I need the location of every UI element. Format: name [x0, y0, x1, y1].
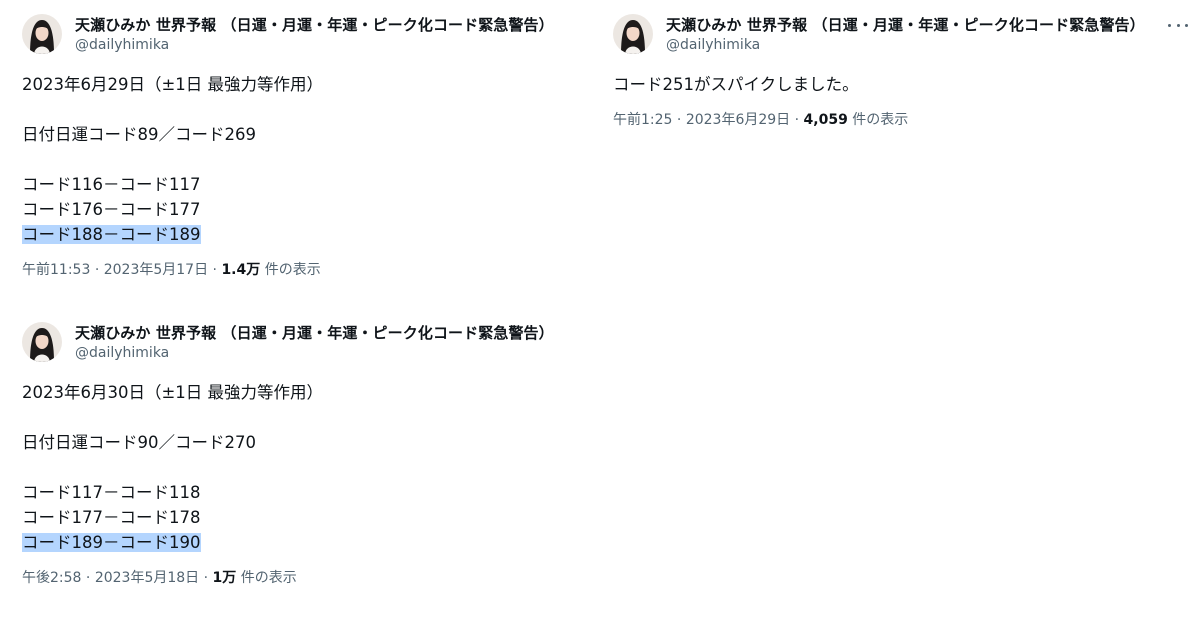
- highlighted-text: コード188－コード189: [22, 225, 201, 244]
- meta-separator: ·: [676, 112, 682, 128]
- tweet-line: コード251がスパイクしました。: [613, 75, 859, 94]
- tweet-text: コード251がスパイクしました。: [613, 72, 1188, 97]
- tweet-line: コード117－コード118: [22, 483, 201, 502]
- tweet-date[interactable]: 2023年5月18日: [95, 570, 199, 586]
- meta-separator: ·: [94, 262, 100, 278]
- view-label: 件の表示: [240, 570, 297, 586]
- tweet-text: 2023年6月30日（±1日 最強力等作用） 日付日運コード90／コード270 …: [22, 380, 582, 555]
- display-name[interactable]: 天瀬ひみか 世界予報 （日運・月運・年運・ピーク化コード緊急警告）: [75, 323, 582, 343]
- tweet-line: 日付日運コード89／コード269: [22, 125, 256, 144]
- tweet-date[interactable]: 2023年6月29日: [686, 112, 790, 128]
- meta-separator: ·: [212, 262, 217, 278]
- tweet-header: 天瀬ひみか 世界予報 （日運・月運・年運・ピーク化コード緊急警告） @daily…: [613, 14, 1188, 58]
- handle[interactable]: @dailyhimika: [666, 36, 1188, 55]
- tweet-header: 天瀬ひみか 世界予報 （日運・月運・年運・ピーク化コード緊急警告） @daily…: [22, 14, 582, 58]
- tweet-date[interactable]: 2023年5月17日: [104, 262, 208, 278]
- tweet-time[interactable]: 午前11:53: [22, 262, 90, 278]
- tweet-line: 日付日運コード90／コード270: [22, 433, 256, 452]
- author-names: 天瀬ひみか 世界予報 （日運・月運・年運・ピーク化コード緊急警告） @daily…: [75, 322, 582, 363]
- author-names: 天瀬ひみか 世界予報 （日運・月運・年運・ピーク化コード緊急警告） @daily…: [75, 14, 582, 55]
- tweet-meta: 午後2:58 · 2023年5月18日 · 1万 件の表示: [22, 569, 582, 588]
- view-count[interactable]: 1万: [213, 570, 237, 586]
- tweet-line: 2023年6月30日（±1日 最強力等作用）: [22, 383, 324, 402]
- tweet-line: コード176－コード177: [22, 200, 201, 219]
- tweet-meta: 午前1:25 · 2023年6月29日 · 4,059 件の表示: [613, 111, 1188, 130]
- tweet-line: コード116－コード117: [22, 175, 201, 194]
- handle[interactable]: @dailyhimika: [75, 36, 582, 55]
- tweet-card: 天瀬ひみか 世界予報 （日運・月運・年運・ピーク化コード緊急警告） @daily…: [22, 322, 582, 588]
- view-count[interactable]: 4,059: [804, 112, 848, 128]
- tweet-line: コード177－コード178: [22, 508, 201, 527]
- display-name[interactable]: 天瀬ひみか 世界予報 （日運・月運・年運・ピーク化コード緊急警告）: [75, 15, 582, 35]
- display-name[interactable]: 天瀬ひみか 世界予報 （日運・月運・年運・ピーク化コード緊急警告）: [666, 15, 1188, 35]
- handle[interactable]: @dailyhimika: [75, 344, 582, 363]
- meta-separator: ·: [85, 570, 91, 586]
- tweet-header: 天瀬ひみか 世界予報 （日運・月運・年運・ピーク化コード緊急警告） @daily…: [22, 322, 582, 366]
- tweet-time[interactable]: 午前1:25: [613, 112, 672, 128]
- tweet-card: 天瀬ひみか 世界予報 （日運・月運・年運・ピーク化コード緊急警告） @daily…: [613, 14, 1188, 130]
- meta-separator: ·: [794, 112, 800, 128]
- tweet-time[interactable]: 午後2:58: [22, 570, 81, 586]
- meta-separator: ·: [203, 570, 209, 586]
- view-label: 件の表示: [264, 262, 321, 278]
- author-names: 天瀬ひみか 世界予報 （日運・月運・年運・ピーク化コード緊急警告） @daily…: [666, 14, 1188, 55]
- view-label: 件の表示: [852, 112, 909, 128]
- tweet-line: 2023年6月29日（±1日 最強力等作用）: [22, 75, 324, 94]
- avatar[interactable]: [613, 14, 653, 54]
- avatar[interactable]: [22, 14, 62, 54]
- more-horizontal-icon[interactable]: [1168, 18, 1188, 32]
- tweet-text: 2023年6月29日（±1日 最強力等作用） 日付日運コード89／コード269 …: [22, 72, 582, 247]
- tweet-meta: 午前11:53 · 2023年5月17日 · 1.4万 件の表示: [22, 261, 582, 280]
- view-count[interactable]: 1.4万: [221, 262, 260, 278]
- highlighted-text: コード189－コード190: [22, 533, 201, 552]
- avatar[interactable]: [22, 322, 62, 362]
- tweet-card: 天瀬ひみか 世界予報 （日運・月運・年運・ピーク化コード緊急警告） @daily…: [22, 14, 582, 280]
